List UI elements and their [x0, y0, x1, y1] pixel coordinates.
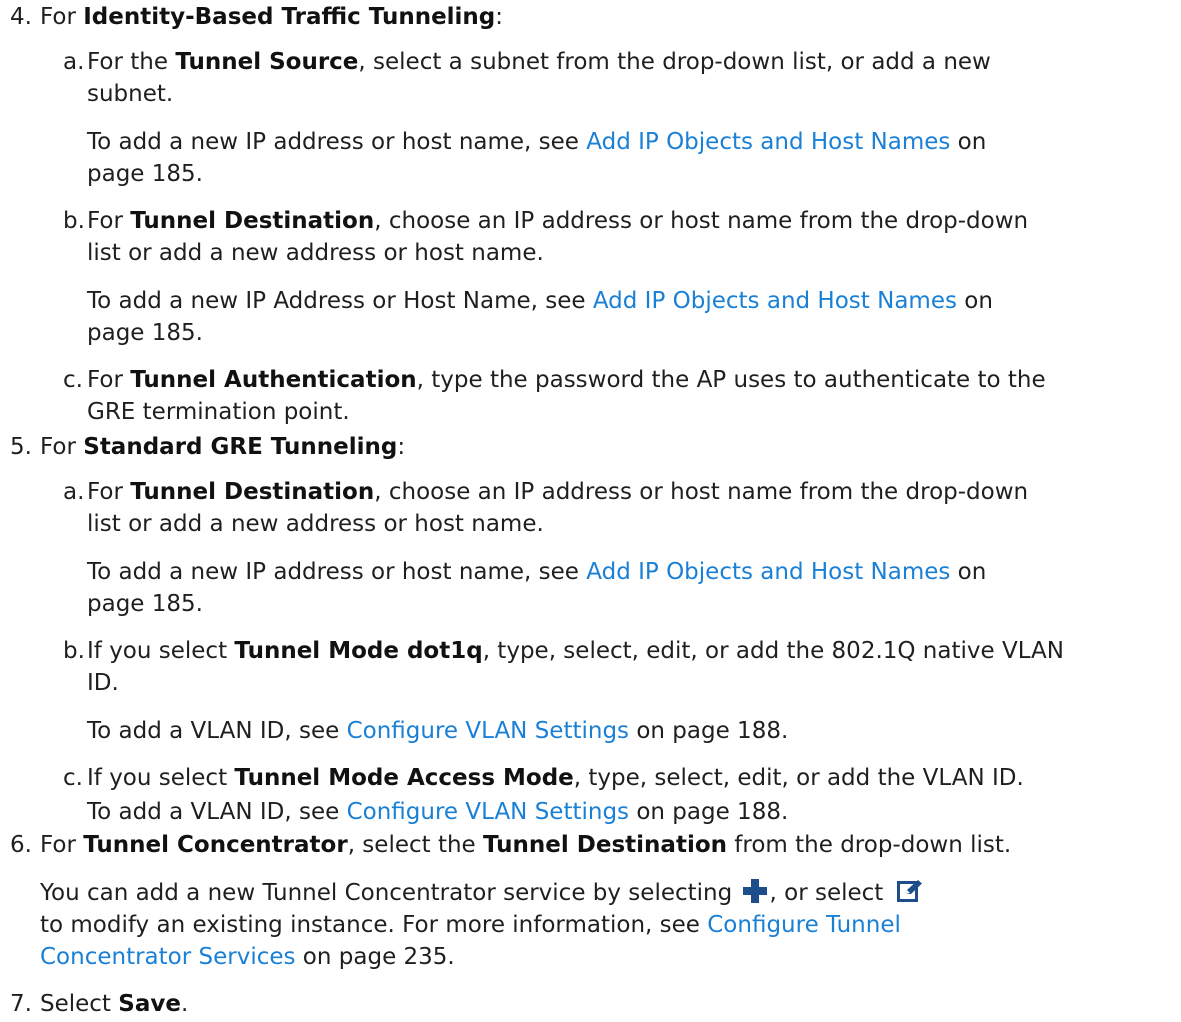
link-configure-tunnel-concentrator-cont[interactable]: Concentrator Services: [40, 944, 296, 970]
link-add-ip-objects[interactable]: Add IP Objects and Host Names: [593, 288, 957, 314]
note-4a: To add a new IP address or host name, se…: [87, 129, 987, 155]
substep-label: a.: [63, 479, 85, 505]
note-5a: To add a new IP address or host name, se…: [87, 559, 987, 585]
substep-label: c.: [63, 765, 83, 791]
substep-label: b.: [63, 208, 85, 234]
step-number: 6.: [10, 832, 32, 858]
step-number: 7.: [10, 991, 32, 1017]
add-plus-icon[interactable]: [742, 878, 768, 904]
step-number: 4.: [10, 4, 32, 30]
note-4b: To add a new IP Address or Host Name, se…: [87, 288, 993, 314]
note-5c: To add a VLAN ID, see Configure VLAN Set…: [87, 799, 789, 825]
link-configure-tunnel-concentrator[interactable]: Configure Tunnel: [707, 912, 901, 938]
substep-label: a.: [63, 49, 85, 75]
link-add-ip-objects[interactable]: Add IP Objects and Host Names: [586, 559, 950, 585]
link-configure-vlan-settings[interactable]: Configure VLAN Settings: [347, 799, 629, 825]
substep-label: c.: [63, 367, 83, 393]
edit-icon[interactable]: [896, 879, 923, 903]
document-page: 4. For Identity-Based Traffic Tunneling:…: [0, 0, 1181, 1022]
note-5b: To add a VLAN ID, see Configure VLAN Set…: [87, 718, 789, 744]
link-configure-vlan-settings[interactable]: Configure VLAN Settings: [347, 718, 629, 744]
link-add-ip-objects[interactable]: Add IP Objects and Host Names: [586, 129, 950, 155]
step-number: 5.: [10, 434, 32, 460]
substep-label: b.: [63, 638, 85, 664]
step-6-paragraph: You can add a new Tunnel Concentrator se…: [40, 878, 923, 909]
